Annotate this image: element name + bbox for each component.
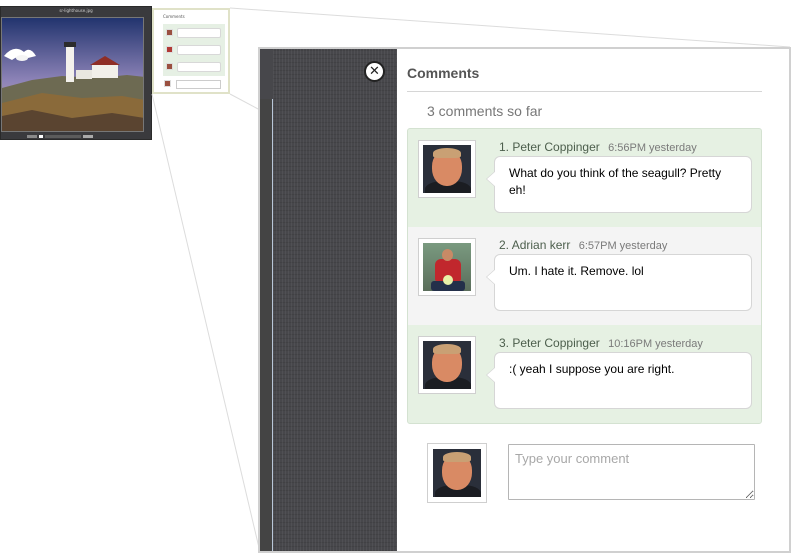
avatar-photo (423, 341, 471, 389)
comment-bubble: :( yeah I suppose you are right. (486, 352, 752, 409)
dark-textured-sidebar (273, 49, 400, 551)
comment-bubble: What do you think of the seagull? Pretty… (486, 156, 752, 213)
avatar[interactable] (418, 238, 476, 296)
comment-author: Peter Coppinger (512, 140, 600, 154)
avatar[interactable] (418, 336, 476, 394)
comment-number: 3. (499, 336, 510, 350)
comment-time: 10:16PM yesterday (608, 338, 703, 350)
close-icon[interactable]: ✕ (364, 61, 385, 82)
comment-input[interactable] (508, 444, 755, 500)
compose-avatar (427, 443, 487, 503)
comment-time: 6:57PM yesterday (578, 240, 668, 252)
comment-list: 1. Peter Coppinger 6:56PM yesterday What… (407, 128, 762, 424)
zoomed-comments-view: ✕ Comments 3 comments so far 1. Peter Co… (258, 47, 791, 553)
avatar[interactable] (418, 140, 476, 198)
avatar-photo (433, 449, 481, 497)
title-divider (407, 91, 762, 92)
viewer-edge (260, 49, 272, 551)
comment-number: 2. (499, 238, 510, 252)
comment-item: 3. Peter Coppinger 10:16PM yesterday :( … (408, 325, 761, 423)
avatar-photo (423, 145, 471, 193)
comment-bubble: Um. I hate it. Remove. lol (486, 254, 752, 311)
comment-item: 2. Adrian kerr 6:57PM yesterday Um. I ha… (408, 227, 761, 325)
viewer-top-strip (260, 49, 273, 99)
comment-meta: 1. Peter Coppinger 6:56PM yesterday (499, 140, 697, 154)
comment-meta: 3. Peter Coppinger 10:16PM yesterday (499, 336, 703, 350)
comment-meta: 2. Adrian kerr 6:57PM yesterday (499, 238, 667, 252)
comment-number: 1. (499, 140, 510, 154)
comment-item: 1. Peter Coppinger 6:56PM yesterday What… (408, 129, 761, 227)
comment-author: Peter Coppinger (512, 336, 600, 350)
comment-time: 6:56PM yesterday (608, 142, 697, 154)
avatar-photo (423, 243, 471, 291)
comments-title: Comments (407, 65, 480, 81)
comment-count: 3 comments so far (427, 103, 543, 119)
comment-author: Adrian kerr (511, 238, 571, 252)
